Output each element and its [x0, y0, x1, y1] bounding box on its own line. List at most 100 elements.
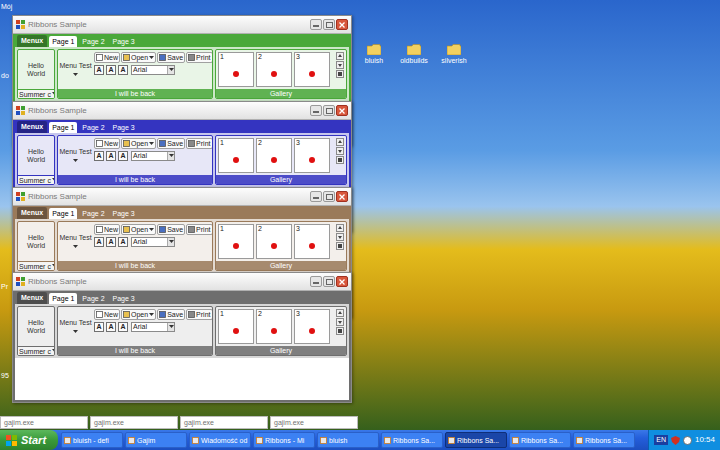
menu-button[interactable]: Menux [17, 35, 47, 47]
maximize-button[interactable] [323, 276, 335, 287]
toolbar-button[interactable]: Open [121, 309, 156, 320]
ribbon-tab[interactable]: Page 3 [110, 208, 138, 219]
close-button[interactable] [336, 191, 348, 202]
desktop-folder[interactable]: bluish [354, 44, 394, 65]
gallery-item[interactable]: 3 [294, 52, 330, 87]
title-bar[interactable]: Ribbons Sample [13, 102, 351, 120]
toolbar-button[interactable]: Open [121, 138, 156, 149]
taskbar-button[interactable]: Gajim [125, 432, 187, 448]
gallery-item[interactable]: 1 [218, 309, 254, 344]
taskbar-button[interactable]: bluish - defi [61, 432, 123, 448]
process-item[interactable]: gajim.exe [90, 416, 178, 429]
ribbon-tab[interactable]: Page 1 [49, 122, 77, 133]
tray-network-icon[interactable] [683, 436, 692, 445]
toolbar-button[interactable]: New [94, 224, 120, 235]
toolbar-button[interactable]: Save [157, 52, 185, 63]
taskbar-button[interactable]: Ribbons Sa... [573, 432, 635, 448]
desktop-icon-label[interactable]: do [1, 72, 9, 80]
start-button[interactable]: Start [0, 430, 58, 450]
menu-button[interactable]: Menux [17, 292, 47, 304]
content-area[interactable] [15, 358, 349, 400]
desktop-folder[interactable]: oldbuilds [394, 44, 434, 65]
taskbar-button[interactable]: Ribbons Sa... [509, 432, 571, 448]
toolbar-button[interactable]: Save [157, 138, 185, 149]
title-bar[interactable]: Ribbons Sample [13, 273, 351, 291]
toolbar-button[interactable]: Print [186, 224, 212, 235]
ribbon-tab[interactable]: Page 1 [49, 36, 77, 47]
gallery-item[interactable]: 3 [294, 309, 330, 344]
menu-test-button[interactable]: Menu Test [59, 308, 92, 345]
gallery-item[interactable]: 2 [256, 52, 292, 87]
menu-button[interactable]: Menux [17, 207, 47, 219]
font-button[interactable]: A [118, 322, 128, 332]
taskbar-button[interactable]: Ribbons - Mi [253, 432, 315, 448]
gallery-scroll-button[interactable] [336, 70, 344, 78]
gallery-scroll-button[interactable] [336, 52, 344, 60]
font-combo[interactable]: Arial [131, 151, 175, 161]
maximize-button[interactable] [323, 191, 335, 202]
gallery-item[interactable]: 1 [218, 138, 254, 173]
toolbar-button[interactable]: Save [157, 224, 185, 235]
font-button[interactable]: A [94, 322, 104, 332]
ribbon-tab[interactable]: Page 3 [110, 293, 138, 304]
process-item[interactable]: gajim.exe [0, 416, 88, 429]
style-combo[interactable]: Summer c [18, 261, 54, 270]
gallery-scroll-button[interactable] [336, 309, 344, 317]
menu-test-button[interactable]: Menu Test [59, 51, 92, 88]
font-combo[interactable]: Arial [131, 65, 175, 75]
gallery-item[interactable]: 1 [218, 52, 254, 87]
gallery-item[interactable]: 3 [294, 138, 330, 173]
language-indicator[interactable]: EN [654, 435, 668, 445]
gallery-scroll-button[interactable] [336, 156, 344, 164]
toolbar-button[interactable]: Print [186, 309, 212, 320]
ribbon-tab[interactable]: Page 2 [79, 122, 107, 133]
desktop-icon-label[interactable]: 95 [1, 372, 9, 380]
gallery-scroll-button[interactable] [336, 318, 344, 326]
ribbon-tab[interactable]: Page 1 [49, 293, 77, 304]
close-button[interactable] [336, 19, 348, 30]
style-combo[interactable]: Summer c [18, 175, 54, 184]
hello-button[interactable]: Hello World [18, 136, 54, 175]
taskbar-button[interactable]: bluish [317, 432, 379, 448]
ribbon-tab[interactable]: Page 2 [79, 208, 107, 219]
hello-button[interactable]: Hello World [18, 50, 54, 89]
gallery-scroll-button[interactable] [336, 233, 344, 241]
taskbar-button[interactable]: Ribbons Sa... [381, 432, 443, 448]
gallery-item[interactable]: 2 [256, 224, 292, 259]
desktop-folder[interactable]: silverish [434, 44, 474, 65]
title-bar[interactable]: Ribbons Sample [13, 16, 351, 34]
toolbar-button[interactable]: Print [186, 52, 212, 63]
process-item[interactable]: gajim.exe [180, 416, 268, 429]
font-button[interactable]: A [106, 151, 116, 161]
ribbon-tab[interactable]: Page 3 [110, 122, 138, 133]
gallery-item[interactable]: 1 [218, 224, 254, 259]
gallery-scroll-button[interactable] [336, 61, 344, 69]
gallery-item[interactable]: 2 [256, 138, 292, 173]
tray-shield-icon[interactable] [671, 436, 680, 445]
desktop-icon-label[interactable]: Mój [1, 3, 12, 11]
taskbar-button[interactable]: Wiadomość od [189, 432, 251, 448]
font-button[interactable]: A [106, 322, 116, 332]
font-button[interactable]: A [118, 151, 128, 161]
hello-button[interactable]: Hello World [18, 307, 54, 346]
clock[interactable]: 10:54 [695, 435, 715, 445]
font-combo[interactable]: Arial [131, 322, 175, 332]
ribbon-tab[interactable]: Page 1 [49, 208, 77, 219]
style-combo[interactable]: Summer c [18, 89, 54, 98]
close-button[interactable] [336, 276, 348, 287]
process-item[interactable]: gajim.exe [270, 416, 358, 429]
minimize-button[interactable] [310, 276, 322, 287]
font-button[interactable]: A [106, 237, 116, 247]
toolbar-button[interactable]: Open [121, 52, 156, 63]
gallery-scroll-button[interactable] [336, 147, 344, 155]
ribbon-tab[interactable]: Page 2 [79, 293, 107, 304]
font-combo[interactable]: Arial [131, 237, 175, 247]
toolbar-button[interactable]: Print [186, 138, 212, 149]
style-combo[interactable]: Summer c [18, 346, 54, 355]
toolbar-button[interactable]: New [94, 309, 120, 320]
gallery-scroll-button[interactable] [336, 138, 344, 146]
font-button[interactable]: A [94, 65, 104, 75]
menu-button[interactable]: Menux [17, 121, 47, 133]
hello-button[interactable]: Hello World [18, 222, 54, 261]
font-button[interactable]: A [118, 65, 128, 75]
